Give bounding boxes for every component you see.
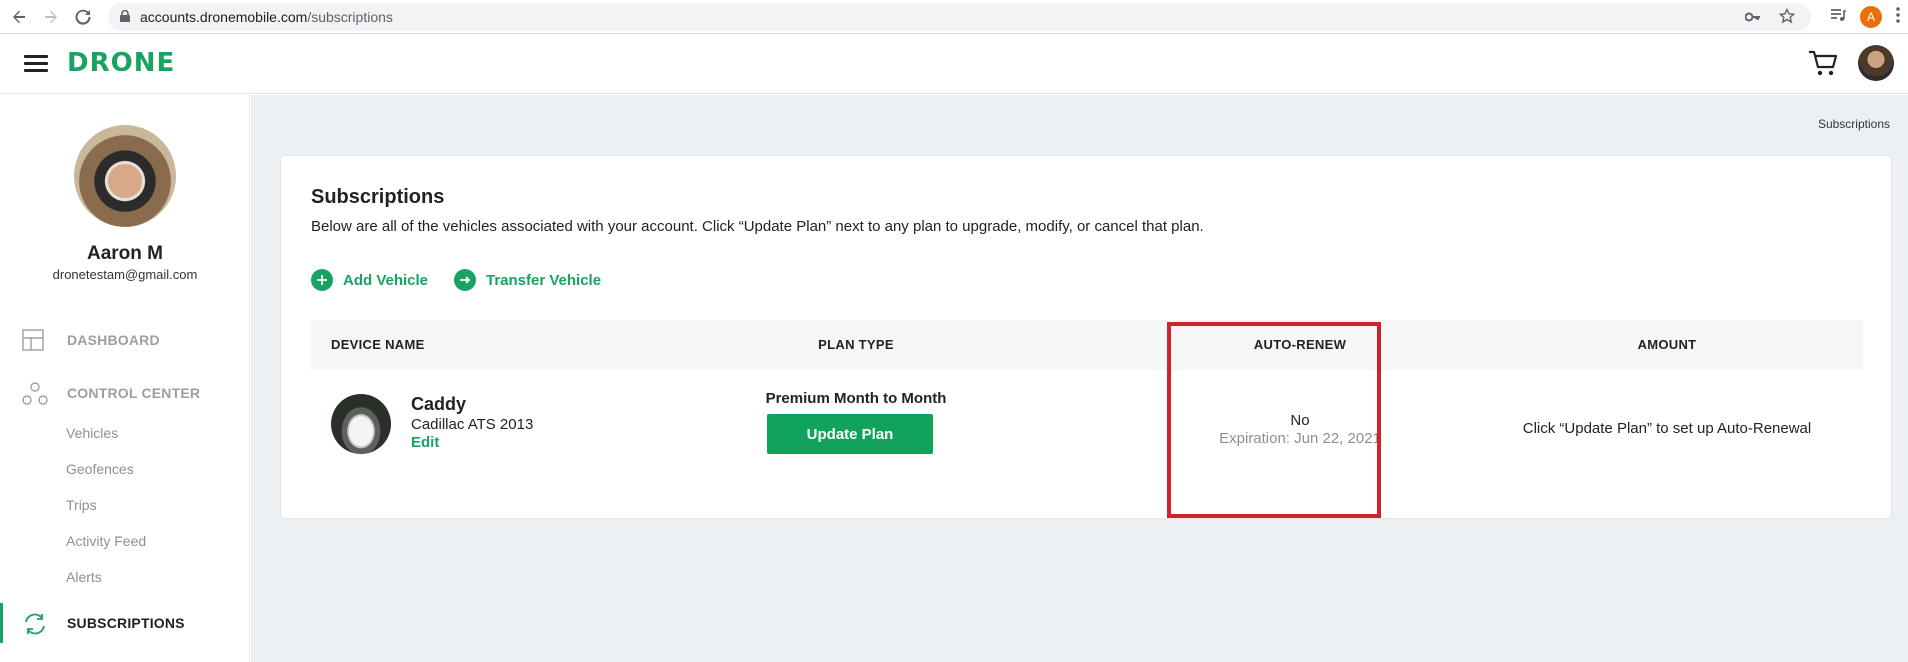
kebab-menu-icon[interactable] [1896,6,1900,28]
plan-type: Premium Month to Month [765,390,947,407]
address-bar[interactable]: accounts.dronemobile.com/subscriptions [108,3,1811,31]
user-avatar[interactable] [1858,45,1894,81]
sidebar-item-trips[interactable]: Trips [66,497,97,513]
table-header: DEVICE NAME PLAN TYPE AUTO-RENEW AMOUNT [311,320,1863,370]
breadcrumb: Subscriptions [1817,117,1890,131]
device-name: Caddy [411,394,467,414]
sidebar-item-dashboard[interactable]: DASHBOARD [0,320,250,360]
back-icon[interactable] [6,4,32,30]
page-description: Below are all of the vehicles associated… [311,218,1204,235]
page-title: Subscriptions [311,186,445,208]
profile-name: Aaron M [87,243,163,264]
device-model: Cadillac ATS 2013 [411,416,534,433]
add-vehicle-label: Add Vehicle [343,271,429,289]
key-icon[interactable] [1744,9,1761,25]
column-header-amount: AMOUNT [1637,337,1697,352]
profile-photo [74,125,176,227]
sidebar-item-label: CONTROL CENTER [67,385,201,401]
app-header: DRONE [0,35,1908,94]
sidebar-item-geofences[interactable]: Geofences [66,461,134,477]
vehicle-photo [331,394,391,454]
sidebar: Aaron M dronetestam@gmail.com DASHBOARD … [0,95,250,662]
sidebar-item-activity-feed[interactable]: Activity Feed [66,533,146,549]
sidebar-item-subscriptions[interactable]: SUBSCRIPTIONS [0,603,250,643]
sidebar-item-alerts[interactable]: Alerts [66,569,102,585]
star-icon[interactable] [1778,7,1796,27]
table-row: Caddy Cadillac ATS 2013 Edit Premium Mon… [311,370,1863,490]
update-plan-button[interactable]: Update Plan [767,414,933,454]
hamburger-menu-icon[interactable] [24,55,48,73]
transfer-vehicle-button[interactable]: Transfer Vehicle [454,268,601,292]
arrow-right-icon [454,269,476,291]
sidebar-item-label: DASHBOARD [67,332,160,348]
sidebar-item-label: SUBSCRIPTIONS [67,615,185,631]
sidebar-item-control-center[interactable]: CONTROL CENTER [0,373,250,413]
url-path: /subscriptions [307,9,393,25]
column-header-plan-type: PLAN TYPE [818,337,894,352]
add-vehicle-button[interactable]: Add Vehicle [311,268,428,292]
browser-profile-avatar[interactable]: A [1860,6,1882,28]
cart-icon[interactable] [1808,49,1838,82]
transfer-vehicle-label: Transfer Vehicle [486,271,602,289]
highlight-box [1167,322,1381,518]
media-control-icon[interactable] [1830,8,1846,27]
profile-email: dronetestam@gmail.com [52,267,198,282]
control-center-icon [22,382,48,406]
sidebar-item-vehicles[interactable]: Vehicles [66,425,118,441]
refresh-cycle-icon [22,612,46,636]
drone-logo[interactable]: DRONE [67,48,175,78]
lock-icon [120,9,130,25]
edit-link[interactable]: Edit [411,434,439,451]
column-header-device-name: DEVICE NAME [331,337,425,352]
amount-text: Click “Update Plan” to set up Auto-Renew… [1522,420,1812,437]
reload-icon[interactable] [70,4,96,30]
url-host: accounts.dronemobile.com [140,9,308,25]
dashboard-icon [22,329,46,353]
subscriptions-card: Subscriptions Below are all of the vehic… [280,155,1892,519]
plus-icon [311,269,333,291]
main-content: Subscriptions Subscriptions Below are al… [251,95,1908,662]
browser-toolbar: accounts.dronemobile.com/subscriptions A [0,0,1908,34]
forward-icon[interactable] [38,4,64,30]
